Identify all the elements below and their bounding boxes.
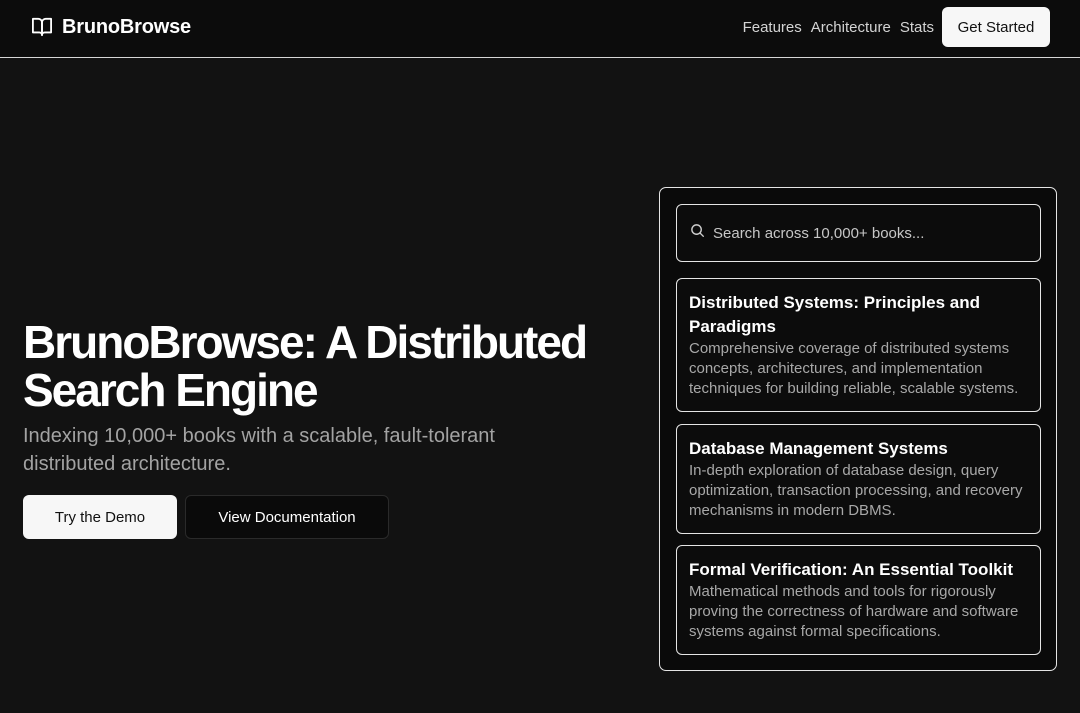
open-book-icon: [31, 17, 53, 37]
top-navbar: BrunoBrowse Features Architecture Stats …: [0, 0, 1080, 58]
search-icon: [690, 223, 705, 243]
result-card[interactable]: Formal Verification: An Essential Toolki…: [676, 545, 1041, 655]
result-card[interactable]: Database Management Systems In-depth exp…: [676, 424, 1041, 534]
hero-title-line-2: Search Engine: [23, 364, 319, 416]
main-nav: Features Architecture Stats Get Started: [743, 7, 1050, 47]
hero-title: BrunoBrowse: A Distributed Search Engine: [23, 318, 643, 414]
result-description: Mathematical methods and tools for rigor…: [689, 583, 1019, 640]
hero-actions: Try the Demo View Documentation: [23, 495, 389, 539]
result-description: In-depth exploration of database design,…: [689, 462, 1023, 519]
result-title: Formal Verification: An Essential Toolki…: [689, 560, 1014, 579]
nav-link-features[interactable]: Features: [743, 19, 802, 36]
view-documentation-button[interactable]: View Documentation: [185, 495, 389, 539]
result-card[interactable]: Distributed Systems: Principles and Para…: [676, 278, 1041, 412]
search-input[interactable]: [713, 224, 1023, 242]
hero-title-line-1: BrunoBrowse: A Distributed: [23, 316, 588, 368]
search-box[interactable]: [676, 204, 1041, 262]
result-title: Distributed Systems: Principles and Para…: [689, 293, 980, 336]
result-title: Database Management Systems: [689, 439, 948, 458]
search-demo-panel: Distributed Systems: Principles and Para…: [659, 187, 1057, 671]
nav-link-stats[interactable]: Stats: [900, 19, 934, 36]
hero-section: BrunoBrowse: A Distributed Search Engine…: [23, 318, 643, 478]
nav-link-architecture[interactable]: Architecture: [811, 19, 891, 36]
brand-name: BrunoBrowse: [62, 15, 191, 38]
brand-logo[interactable]: BrunoBrowse: [31, 14, 191, 40]
result-description: Comprehensive coverage of distributed sy…: [689, 340, 1019, 397]
hero-subtitle: Indexing 10,000+ books with a scalable, …: [23, 425, 495, 475]
try-demo-button[interactable]: Try the Demo: [23, 495, 177, 539]
get-started-button[interactable]: Get Started: [942, 7, 1050, 47]
